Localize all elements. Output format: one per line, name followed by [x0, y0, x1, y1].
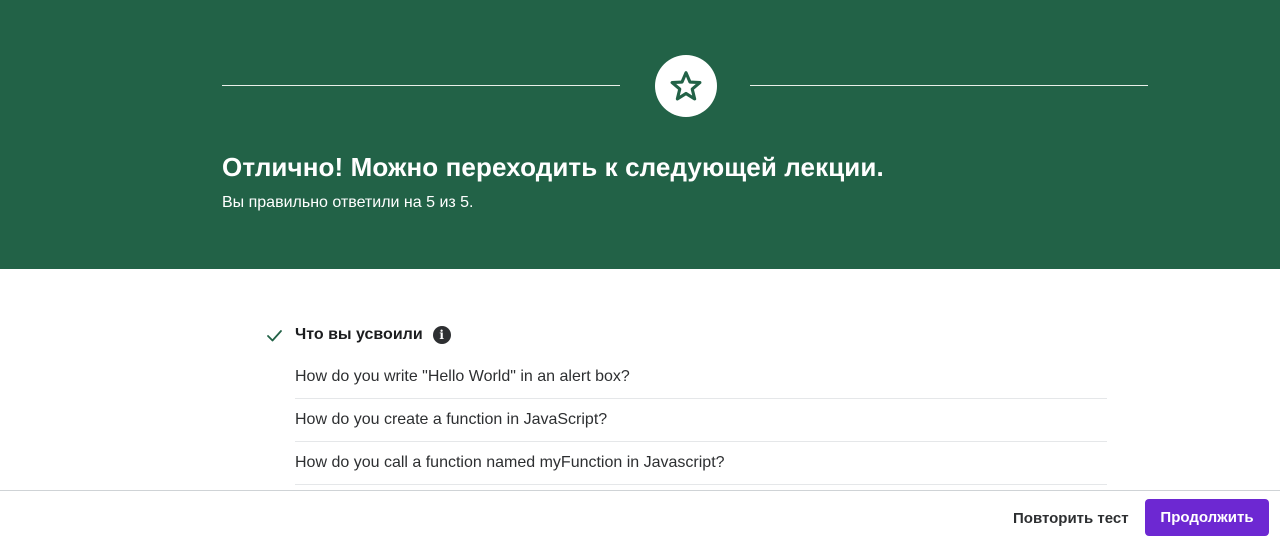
- info-icon[interactable]: i: [432, 326, 451, 344]
- check-icon: [266, 327, 283, 344]
- list-item: How do you create a function in JavaScri…: [295, 399, 1107, 442]
- learned-list: How do you write "Hello World" in an ale…: [295, 356, 1107, 485]
- star-badge: [655, 55, 717, 117]
- banner-title: Отлично! Можно переходить к следующей ле…: [222, 152, 884, 182]
- learned-section-header: Что вы усвоили i: [266, 322, 451, 348]
- score-text: Вы правильно ответили на 5 из 5.: [222, 194, 474, 211]
- footer-bar: Повторить тест Продолжить: [0, 490, 1280, 542]
- continue-button[interactable]: Продолжить: [1145, 499, 1269, 536]
- learned-section-title: Что вы усвоили: [295, 326, 423, 343]
- list-item: How do you write "Hello World" in an ale…: [295, 356, 1107, 399]
- result-banner: Отлично! Можно переходить к следующей ле…: [0, 0, 1280, 269]
- list-item: How do you call a function named myFunct…: [295, 442, 1107, 485]
- banner-divider-right: [750, 85, 1148, 86]
- banner-divider-left: [222, 85, 620, 86]
- star-icon: [670, 71, 702, 101]
- retry-test-button[interactable]: Повторить тест: [1003, 500, 1139, 537]
